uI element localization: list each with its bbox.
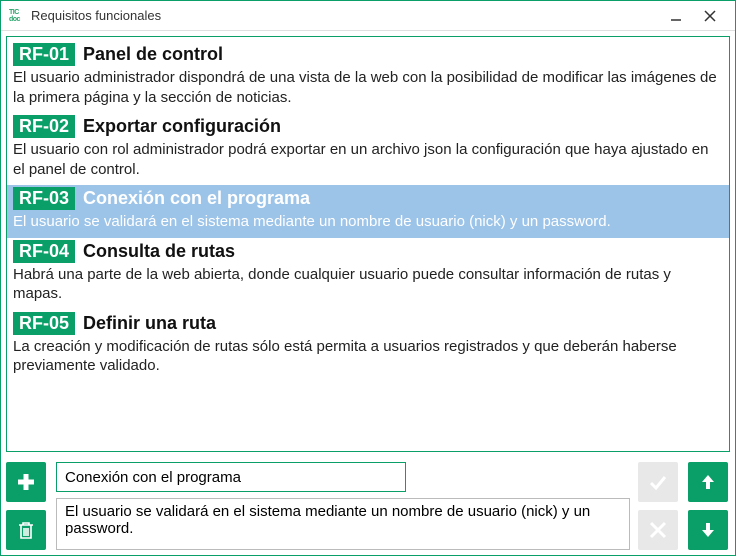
requirement-head: RF-04 Consulta de rutas xyxy=(13,240,723,263)
requirement-head: RF-02 Exportar configuración xyxy=(13,115,723,138)
cancel-button xyxy=(638,510,678,550)
description-input[interactable] xyxy=(56,498,630,550)
requirement-head: RF-03 Conexión con el programa xyxy=(13,187,723,210)
delete-button[interactable] xyxy=(6,510,46,550)
app-icon: TIC doc xyxy=(9,8,25,24)
requirement-item[interactable]: RF-01 Panel de control El usuario administ… xyxy=(7,41,729,113)
requirement-code-badge: RF-05 xyxy=(13,312,75,335)
content-area: RF-01 Panel de control El usuario administ… xyxy=(1,31,735,555)
window-title: Requisitos funcionales xyxy=(31,8,659,23)
requirement-code-badge: RF-02 xyxy=(13,115,75,138)
requirement-code-badge: RF-04 xyxy=(13,240,75,263)
requirements-list[interactable]: RF-01 Panel de control El usuario administ… xyxy=(6,36,730,452)
requirement-head: RF-05 Definir una ruta xyxy=(13,312,723,335)
requirement-description: Habrá una parte de la web abierta, donde… xyxy=(13,265,723,304)
app-window: TIC doc Requisitos funcionales RF-01 Pane… xyxy=(0,0,736,556)
requirement-description: El usuario administrador dispondrá de un… xyxy=(13,68,723,107)
requirement-item[interactable]: RF-05 Definir una ruta La creación y modif… xyxy=(7,310,729,382)
requirement-head: RF-01 Panel de control xyxy=(13,43,723,66)
editor-confirm-buttons xyxy=(636,462,680,550)
requirement-title: Exportar configuración xyxy=(83,116,281,137)
requirement-item[interactable]: RF-04 Consulta de rutas Habrá una parte de… xyxy=(7,238,729,310)
requirement-title: Conexión con el programa xyxy=(83,188,310,209)
titlebar: TIC doc Requisitos funcionales xyxy=(1,1,735,31)
confirm-button xyxy=(638,462,678,502)
title-input[interactable] xyxy=(56,462,406,492)
requirement-code-badge: RF-01 xyxy=(13,43,75,66)
requirement-description: El usuario con rol administrador podrá e… xyxy=(13,140,723,179)
requirement-description: El usuario se validará en el sistema med… xyxy=(13,212,723,232)
app-icon-bottom: doc xyxy=(9,16,25,23)
editor-fields xyxy=(56,462,630,550)
add-button[interactable] xyxy=(6,462,46,502)
editor-panel xyxy=(6,452,730,550)
app-icon-top: TIC xyxy=(9,9,25,16)
requirement-code-badge: RF-03 xyxy=(13,187,75,210)
close-button[interactable] xyxy=(693,2,727,30)
requirement-description: La creación y modificación de rutas sólo… xyxy=(13,337,723,376)
editor-move-buttons xyxy=(686,462,730,550)
move-up-button[interactable] xyxy=(688,462,728,502)
requirement-item[interactable]: RF-03 Conexión con el programa El usuario … xyxy=(7,185,729,238)
requirement-item[interactable]: RF-02 Exportar configuración El usuario co… xyxy=(7,113,729,185)
editor-left-buttons xyxy=(6,462,50,550)
move-down-button[interactable] xyxy=(688,510,728,550)
minimize-button[interactable] xyxy=(659,2,693,30)
requirement-title: Consulta de rutas xyxy=(83,241,235,262)
requirement-title: Panel de control xyxy=(83,44,223,65)
requirement-title: Definir una ruta xyxy=(83,313,216,334)
